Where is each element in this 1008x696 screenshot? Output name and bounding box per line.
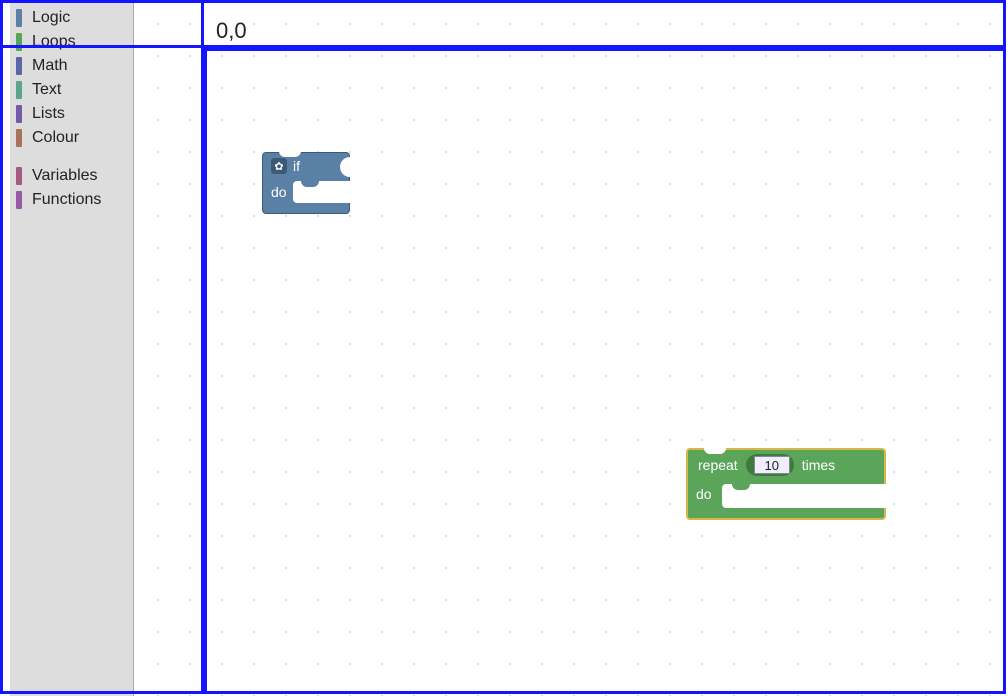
toolbox-item-label: Loops: [32, 33, 76, 51]
if-label: if: [293, 158, 300, 174]
block-notch-icon: [279, 151, 301, 157]
gear-icon[interactable]: ✿: [271, 158, 287, 174]
toolbox-item-label: Variables: [32, 167, 98, 185]
toolbox-item-colour[interactable]: Colour: [10, 126, 133, 150]
swatch-icon: [16, 191, 22, 209]
toolbox-item-label: Math: [32, 57, 68, 75]
swatch-icon: [16, 167, 22, 185]
repeat-count-input[interactable]: [754, 456, 790, 474]
debug-origin-label: 0,0: [216, 18, 247, 44]
toolbox-item-text[interactable]: Text: [10, 78, 133, 102]
swatch-icon: [16, 105, 22, 123]
swatch-icon: [16, 129, 22, 147]
toolbox-item-label: Logic: [32, 9, 70, 27]
swatch-icon: [16, 81, 22, 99]
toolbox-item-logic[interactable]: Logic: [10, 6, 133, 30]
do-label: do: [696, 486, 712, 502]
workspace[interactable]: [134, 0, 1008, 696]
toolbox-item-label: Functions: [32, 191, 101, 209]
do-label: do: [271, 184, 287, 200]
swatch-icon: [16, 33, 22, 51]
toolbox-item-loops[interactable]: Loops: [10, 30, 133, 54]
number-socket[interactable]: [746, 454, 794, 476]
toolbox-item-functions[interactable]: Functions: [10, 188, 133, 212]
times-label: times: [802, 457, 835, 473]
toolbox-divider: [10, 150, 133, 164]
toolbox-item-label: Text: [32, 81, 61, 99]
if-block[interactable]: ✿ if do: [262, 152, 350, 214]
swatch-icon: [16, 57, 22, 75]
toolbox-item-lists[interactable]: Lists: [10, 102, 133, 126]
repeat-block[interactable]: repeat times do: [686, 448, 886, 520]
toolbox-item-label: Colour: [32, 129, 79, 147]
toolbox: Logic Loops Math Text Lists Colour Varia…: [10, 0, 134, 696]
block-notch-icon: [704, 448, 726, 454]
toolbox-item-math[interactable]: Math: [10, 54, 133, 78]
toolbox-item-label: Lists: [32, 105, 65, 123]
repeat-label: repeat: [698, 457, 738, 473]
app-root: Logic Loops Math Text Lists Colour Varia…: [0, 0, 1008, 696]
toolbox-item-variables[interactable]: Variables: [10, 164, 133, 188]
swatch-icon: [16, 9, 22, 27]
